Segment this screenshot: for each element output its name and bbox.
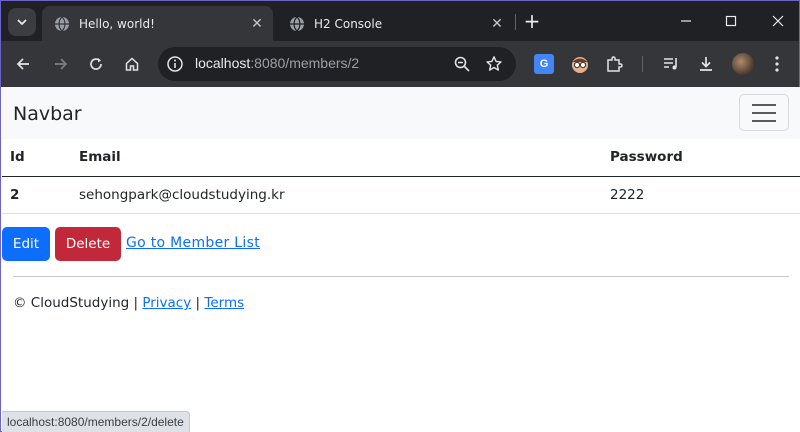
minimize-icon[interactable] <box>672 9 700 33</box>
privacy-link[interactable]: Privacy <box>142 295 191 311</box>
footer-copyright: © CloudStudying | <box>13 295 139 311</box>
reload-icon[interactable] <box>84 52 108 76</box>
zoom-icon[interactable] <box>453 55 471 73</box>
divider <box>13 276 789 277</box>
home-icon[interactable] <box>120 52 144 76</box>
table-row: 2 sehongpark@cloudstudying.kr 2222 <box>2 176 800 214</box>
plus-icon[interactable]: + <box>522 11 542 31</box>
delete-button[interactable]: Delete <box>55 227 121 261</box>
member-list-link[interactable]: Go to Member List <box>126 235 260 251</box>
cell-password: 2222 <box>602 176 800 214</box>
column-header-password: Password <box>602 139 800 177</box>
column-header-email: Email <box>71 139 602 177</box>
toolbar-divider <box>642 56 643 72</box>
url-text: localhost:8080/members/2 <box>195 55 360 71</box>
close-window-icon[interactable] <box>764 9 792 33</box>
footer: © CloudStudying | Privacy | Terms <box>13 295 244 311</box>
status-bar-url: localhost:8080/members/2/delete <box>2 411 190 432</box>
column-header-id: Id <box>2 139 71 177</box>
avatar[interactable] <box>732 53 754 75</box>
globe-icon <box>290 16 304 31</box>
tab-divider <box>515 14 516 30</box>
cell-email: sehongpark@cloudstudying.kr <box>71 176 602 214</box>
members-table: Id Email Password 2 sehongpark@cloudstud… <box>2 139 800 214</box>
terms-link[interactable]: Terms <box>204 295 244 311</box>
close-icon[interactable]: ✕ <box>247 14 267 34</box>
tab-title: H2 Console <box>314 16 383 31</box>
forward-icon[interactable] <box>49 52 73 76</box>
cell-id: 2 <box>2 176 71 214</box>
navbar-brand[interactable]: Navbar <box>13 103 82 125</box>
edit-button[interactable]: Edit <box>2 227 50 261</box>
close-icon[interactable]: ✕ <box>487 14 507 34</box>
tab-title: Hello, world! <box>79 16 155 31</box>
kebab-menu-icon[interactable] <box>765 52 789 76</box>
star-icon[interactable] <box>485 55 503 73</box>
translate-icon[interactable]: G <box>534 54 554 74</box>
tab-hello-world[interactable]: Hello, world! ✕ <box>42 6 273 41</box>
maximize-icon[interactable] <box>717 9 745 33</box>
extension-puzzle-icon[interactable] <box>602 52 626 76</box>
address-bar[interactable]: localhost:8080/members/2 <box>158 47 516 81</box>
extension-face-icon[interactable] <box>568 52 592 76</box>
tab-h2-console[interactable]: H2 Console ✕ <box>277 6 513 41</box>
site-info-icon[interactable] <box>166 55 184 73</box>
tab-search-icon[interactable] <box>8 8 36 36</box>
back-icon[interactable] <box>11 52 35 76</box>
browser-toolbar: localhost:8080/members/2 G <box>1 41 799 87</box>
globe-icon <box>55 16 69 31</box>
footer-separator: | <box>195 295 201 311</box>
navbar: Navbar <box>2 87 800 139</box>
browser-tab-strip: Hello, world! ✕ H2 Console ✕ + <box>1 1 799 41</box>
download-icon[interactable] <box>694 52 718 76</box>
table-header-row: Id Email Password <box>2 139 800 177</box>
media-icon[interactable] <box>659 52 683 76</box>
hamburger-icon[interactable] <box>739 94 789 131</box>
page-content: Navbar Id Email Password 2 sehongpark@cl… <box>2 87 800 432</box>
